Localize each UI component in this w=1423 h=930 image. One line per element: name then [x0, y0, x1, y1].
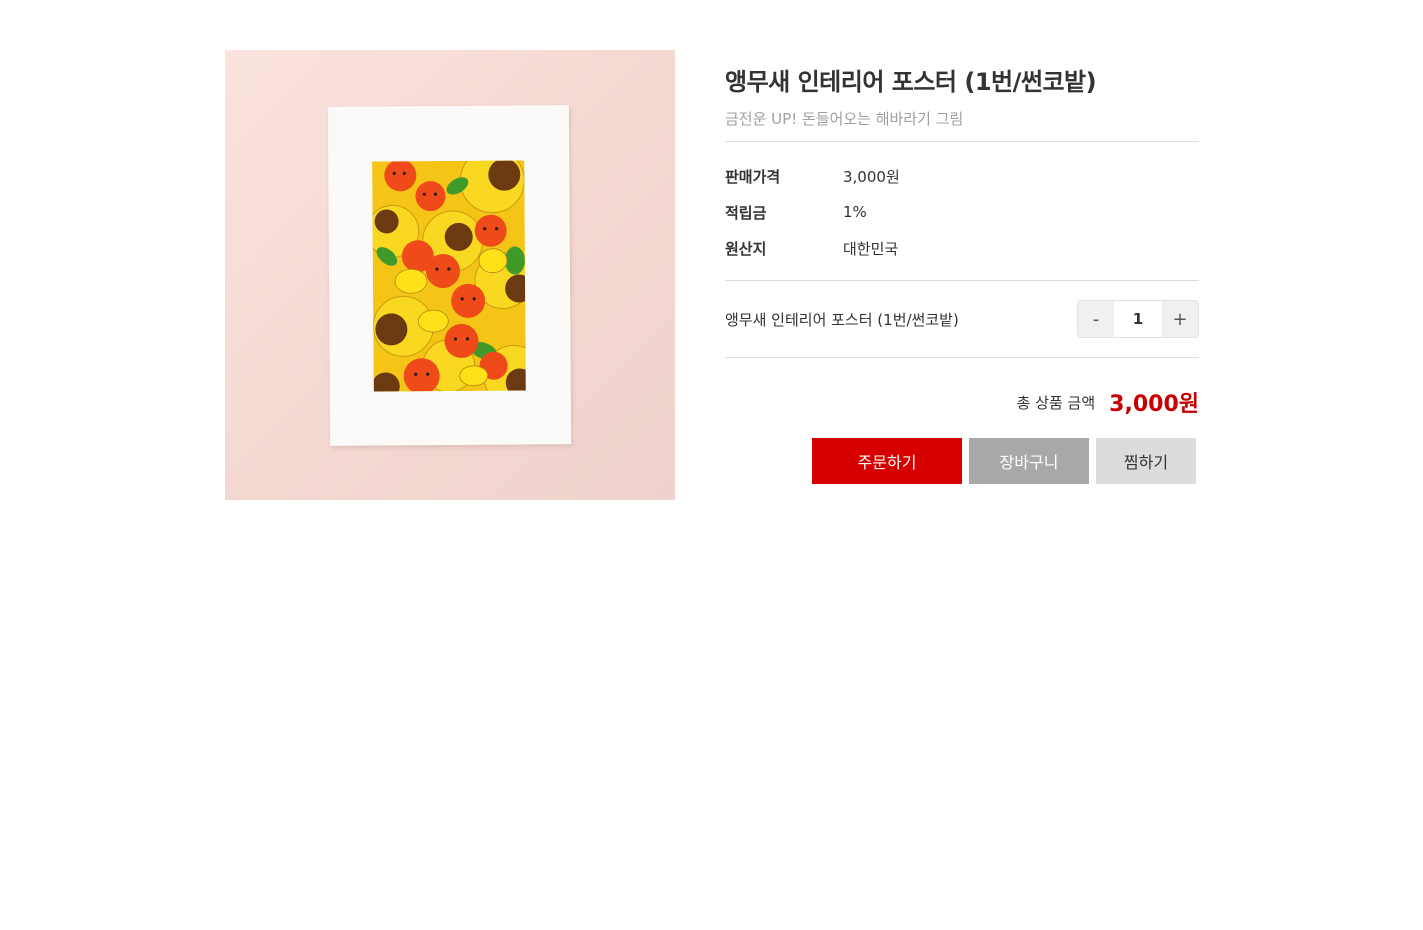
total-row: 총 상품 금액 3,000원 [725, 388, 1199, 417]
product-info: 앵무새 인테리어 포스터 (1번/썬코밭) 금전운 UP! 돈들어오는 해바라기… [725, 50, 1199, 484]
sunflower-parrot-illustration [372, 160, 526, 392]
product-subtitle: 금전운 UP! 돈들어오는 해바라기 그림 [725, 110, 964, 128]
spec-row-price: 판매가격 3,000원 [725, 158, 1199, 194]
wishlist-button[interactable]: 찜하기 [1096, 438, 1196, 484]
product-title: 앵무새 인테리어 포스터 (1번/썬코밭) [725, 68, 1097, 96]
price-value: 3,000원 [843, 167, 900, 186]
points-label: 적립금 [725, 203, 767, 222]
divider [725, 357, 1199, 358]
poster-artwork [372, 160, 526, 392]
price-label: 판매가격 [725, 167, 781, 186]
add-to-cart-button[interactable]: 장바구니 [969, 438, 1089, 484]
quantity-stepper: - + [1077, 300, 1199, 338]
origin-value: 대한민국 [843, 239, 899, 258]
origin-label: 원산지 [725, 239, 767, 258]
quantity-increase-button[interactable]: + [1162, 301, 1198, 337]
spec-row-points: 적립금 1% [725, 194, 1199, 230]
selected-option-row: 앵무새 인테리어 포스터 (1번/썬코밭) - + [725, 281, 1199, 357]
quantity-input[interactable] [1114, 301, 1162, 337]
spec-row-origin: 원산지 대한민국 [725, 230, 1199, 266]
poster-paper [327, 105, 572, 446]
action-buttons: 주문하기 장바구니 찜하기 [725, 438, 1199, 484]
spec-table: 판매가격 3,000원 적립금 1% 원산지 대한민국 [725, 142, 1199, 280]
option-name: 앵무새 인테리어 포스터 (1번/썬코밭) [725, 310, 959, 329]
total-label: 총 상품 금액 [1016, 393, 1096, 412]
points-value: 1% [843, 203, 867, 221]
order-button[interactable]: 주문하기 [812, 438, 962, 484]
product-image [225, 50, 675, 500]
quantity-decrease-button[interactable]: - [1078, 301, 1114, 337]
total-price: 3,000원 [1109, 392, 1199, 417]
